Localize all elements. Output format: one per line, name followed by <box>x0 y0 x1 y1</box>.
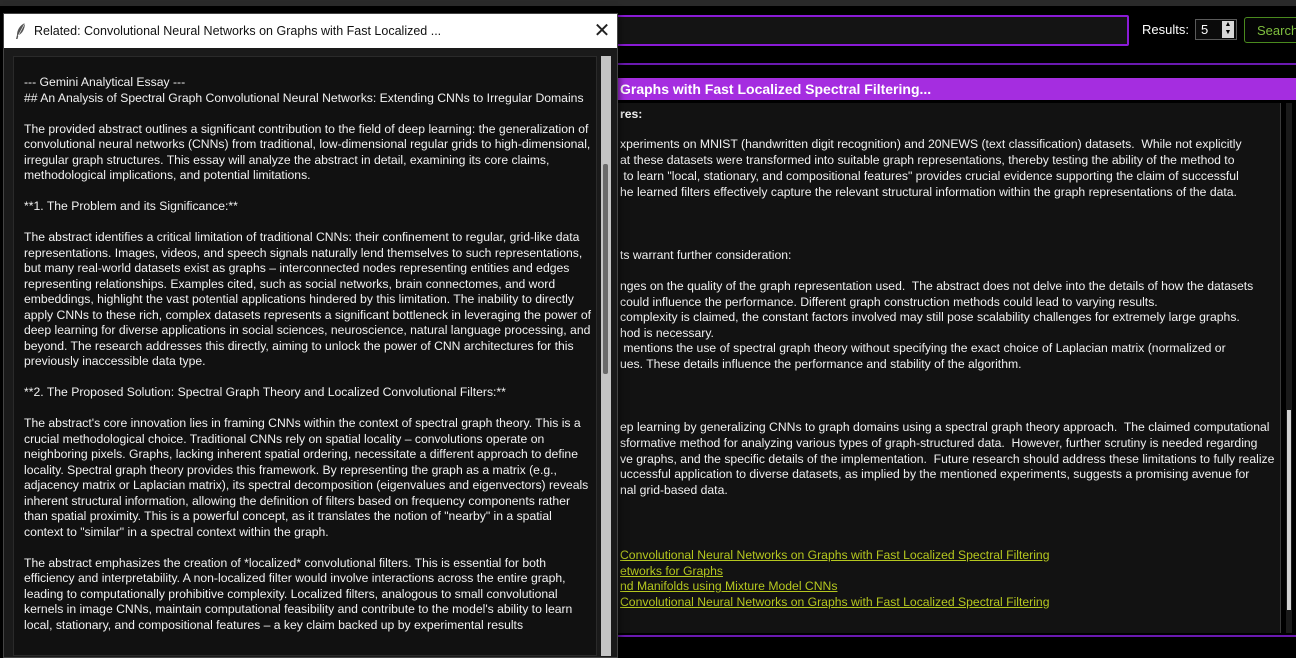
essay-paragraph: The provided abstract outlines a signifi… <box>24 121 591 183</box>
analysis-line: mentions the use of spectral graph theor… <box>620 341 1226 355</box>
dialog-titlebar[interactable]: Related: Convolutional Neural Networks o… <box>4 14 617 48</box>
analysis-line: to learn "local, stationary, and composi… <box>620 169 1239 183</box>
close-icon[interactable]: ✕ <box>592 21 612 41</box>
related-paper-link[interactable]: Convolutional Neural Networks on Graphs … <box>620 595 1049 611</box>
analysis-line: uccessful application to diverse dataset… <box>620 467 1250 481</box>
essay-text-area[interactable]: --- Gemini Analytical Essay --- ## An An… <box>13 56 597 656</box>
essay-text: --- Gemini Analytical Essay --- ## An An… <box>24 75 592 649</box>
analysis-line: xperiments on MNIST (handwritten digit r… <box>620 137 1242 151</box>
analysis-line: he learned filters effectively capture t… <box>620 185 1237 199</box>
spin-arrows-icon[interactable]: ▲ ▼ <box>1222 21 1234 38</box>
analysis-line: ts warrant further consideration: <box>620 248 792 262</box>
analysis-line: ues. These details influence the perform… <box>620 357 1022 371</box>
divider <box>612 63 1296 65</box>
analysis-line: complexity is claimed, the constant fact… <box>620 310 1240 324</box>
search-input[interactable] <box>612 15 1129 46</box>
essay-paragraph: The abstract emphasizes the creation of … <box>24 555 573 632</box>
essay-paragraph: **2. The Proposed Solution: Spectral Gra… <box>24 385 506 399</box>
essay-paragraph: **1. The Problem and its Significance:** <box>24 199 238 213</box>
analysis-line: sformative method for analyzing various … <box>620 436 1258 450</box>
dialog-scrollbar-thumb[interactable] <box>603 164 608 374</box>
analysis-line: hod is necessary. <box>620 326 714 340</box>
divider-bottom <box>612 635 1296 637</box>
analysis-line: at these datasets were transformed into … <box>620 153 1235 167</box>
feather-icon <box>16 22 26 39</box>
analysis-line: could influence the performance. Differe… <box>620 295 1158 309</box>
dialog-title: Related: Convolutional Neural Networks o… <box>34 24 442 38</box>
results-label: Results: <box>1142 22 1189 37</box>
results-spinbox[interactable]: 5 ▲ ▼ <box>1195 19 1237 40</box>
search-button[interactable]: Search <box>1244 17 1296 43</box>
analysis-line: res: <box>620 107 643 121</box>
analysis-text-panel[interactable]: res: xperiments on MNIST (handwritten dig… <box>612 103 1281 633</box>
related-dialog: Related: Convolutional Neural Networks o… <box>3 13 618 658</box>
analysis-line: nges on the quality of the graph represe… <box>620 279 1254 293</box>
paper-title-bar: Graphs with Fast Localized Spectral Filt… <box>612 78 1296 100</box>
results-value[interactable]: 5 <box>1201 22 1208 37</box>
related-paper-link[interactable]: Convolutional Neural Networks on Graphs … <box>620 548 1049 564</box>
analysis-line: nal grid-based data. <box>620 483 728 497</box>
related-paper-link[interactable]: nd Manifolds using Mixture Model CNNs <box>620 579 837 595</box>
analysis-line: ve graphs, and the specific details of t… <box>620 452 1275 466</box>
essay-paragraph: --- Gemini Analytical Essay --- ## An An… <box>24 75 584 105</box>
top-strip <box>0 0 1296 6</box>
related-paper-link[interactable]: etworks for Graphs <box>620 564 723 580</box>
essay-paragraph: The abstract identifies a critical limit… <box>24 230 592 368</box>
main-scrollbar-thumb[interactable] <box>1287 410 1291 610</box>
analysis-line: ep learning by generalizing CNNs to grap… <box>620 420 1270 434</box>
essay-paragraph: The abstract's core innovation lies in f… <box>24 416 589 539</box>
